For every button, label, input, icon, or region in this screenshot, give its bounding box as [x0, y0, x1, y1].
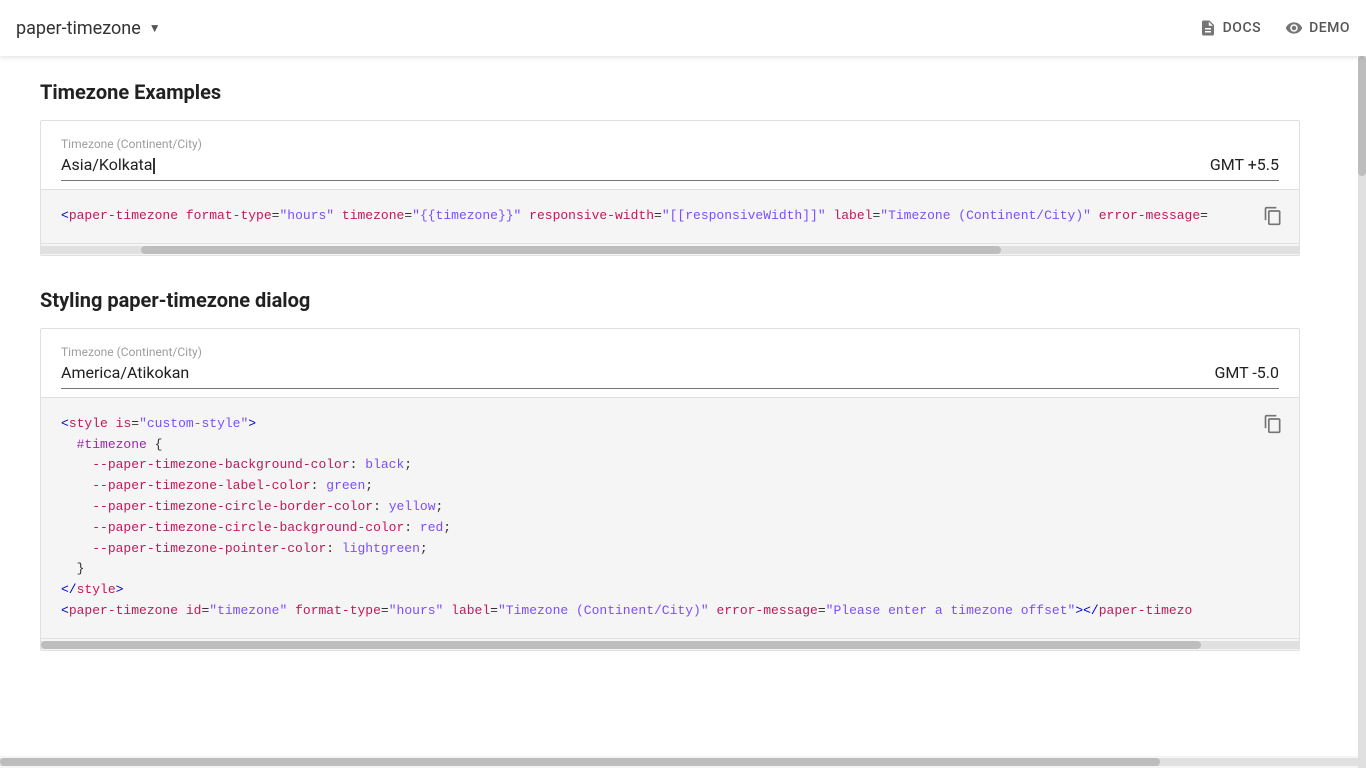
- code-line-css-1: --paper-timezone-background-color: black…: [61, 455, 1279, 476]
- timezone-input-row-2: America/Atikokan GMT -5.0: [61, 363, 1279, 389]
- code-line-css-4: --paper-timezone-circle-background-color…: [61, 518, 1279, 539]
- copy-button-2[interactable]: [1259, 410, 1287, 441]
- timezone-input-row-1: Asia/Kolkata GMT +5.5: [61, 155, 1279, 181]
- code-line-style-open: <style is="custom-style">: [61, 414, 1279, 435]
- code-line-component-2: <paper-timezone id="timezone" format-typ…: [61, 601, 1279, 622]
- demo-card-timezone-examples: Timezone (Continent/City) Asia/Kolkata G…: [40, 120, 1300, 256]
- code-line-style-close: </style>: [61, 580, 1279, 601]
- bottom-scrollbar-track: [0, 758, 1358, 766]
- code-area-1: <paper-timezone format-type="hours" time…: [41, 190, 1299, 243]
- vertical-scrollbar[interactable]: [1358, 56, 1366, 768]
- code-line-css-2: --paper-timezone-label-color: green;: [61, 476, 1279, 497]
- code-scrollbar-1[interactable]: [41, 243, 1299, 255]
- main-content: Timezone Examples Timezone (Continent/Ci…: [0, 56, 1340, 723]
- text-cursor-1: [153, 158, 155, 174]
- demo-card-styling-dialog: Timezone (Continent/City) America/Atikok…: [40, 328, 1300, 651]
- code-line-selector: #timezone {: [61, 435, 1279, 456]
- section-title-styling-dialog: Styling paper-timezone dialog: [40, 288, 1300, 312]
- code-scrollbar-thumb-1[interactable]: [141, 246, 1001, 254]
- timezone-input-area-1: Timezone (Continent/City) Asia/Kolkata G…: [41, 121, 1299, 190]
- section-timezone-examples: Timezone Examples Timezone (Continent/Ci…: [40, 80, 1300, 256]
- code-line-css-3: --paper-timezone-circle-border-color: ye…: [61, 497, 1279, 518]
- docs-label: DOCS: [1223, 20, 1261, 36]
- section-title-timezone-examples: Timezone Examples: [40, 80, 1300, 104]
- section-styling-dialog: Styling paper-timezone dialog Timezone (…: [40, 288, 1300, 651]
- code-line-css-5: --paper-timezone-pointer-color: lightgre…: [61, 539, 1279, 560]
- code-scrollbar-2[interactable]: [41, 638, 1299, 650]
- app-title: paper-timezone: [16, 18, 141, 39]
- copy-icon-2: [1263, 414, 1283, 434]
- timezone-gmt-2: GMT -5.0: [1215, 363, 1279, 382]
- toolbar: paper-timezone ▼ DOCS DEMO: [0, 0, 1366, 56]
- timezone-label-1: Timezone (Continent/City): [61, 137, 1279, 151]
- dropdown-arrow-icon[interactable]: ▼: [149, 21, 161, 35]
- docs-link[interactable]: DOCS: [1199, 19, 1261, 37]
- timezone-value-1: Asia/Kolkata: [61, 155, 155, 174]
- toolbar-right: DOCS DEMO: [1199, 19, 1350, 37]
- timezone-value-2: America/Atikokan: [61, 363, 189, 382]
- code-scrollbar-track-1: [41, 246, 1299, 254]
- code-line-1: <paper-timezone format-type="hours" time…: [61, 206, 1279, 227]
- timezone-input-area-2: Timezone (Continent/City) America/Atikok…: [41, 329, 1299, 398]
- code-line-css-close: }: [61, 559, 1279, 580]
- code-area-2: <style is="custom-style"> #timezone { --…: [41, 398, 1299, 638]
- copy-icon-1: [1263, 206, 1283, 226]
- docs-icon: [1199, 19, 1217, 37]
- timezone-label-2: Timezone (Continent/City): [61, 345, 1279, 359]
- demo-link[interactable]: DEMO: [1285, 19, 1350, 37]
- demo-label: DEMO: [1309, 20, 1350, 36]
- toolbar-left: paper-timezone ▼: [16, 18, 161, 39]
- scrollbar-thumb[interactable]: [1358, 56, 1366, 176]
- demo-icon: [1285, 19, 1303, 37]
- code-scrollbar-thumb-2[interactable]: [41, 641, 1201, 649]
- bottom-scrollbar[interactable]: [0, 756, 1358, 768]
- code-scrollbar-track-2: [41, 641, 1299, 649]
- copy-button-1[interactable]: [1259, 202, 1287, 233]
- bottom-scrollbar-thumb[interactable]: [0, 758, 1160, 766]
- timezone-gmt-1: GMT +5.5: [1210, 155, 1279, 174]
